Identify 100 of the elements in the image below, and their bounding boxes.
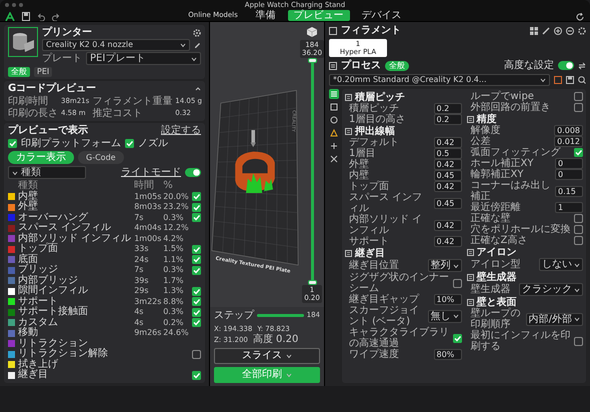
process-preset-dropdown[interactable]: *0.20mm Standard @Creality K2 0.4... <box>329 74 550 86</box>
setting-field[interactable]: 0 <box>555 158 583 169</box>
toggle-switch[interactable] <box>558 61 574 70</box>
setting-field[interactable]: 0.42 <box>434 159 462 170</box>
setting-dropdown[interactable]: クラシック <box>519 283 583 296</box>
feature-time: 1m00s <box>134 234 160 244</box>
view-cube-icon[interactable] <box>306 26 318 38</box>
add-icon[interactable] <box>554 26 562 34</box>
checkbox[interactable] <box>452 334 462 342</box>
checkbox[interactable] <box>192 202 202 212</box>
collapse-icon[interactable] <box>195 86 201 92</box>
setting-field[interactable]: 0.42 <box>434 220 462 230</box>
setting-field[interactable]: 0.5 <box>434 148 462 159</box>
caret-icon <box>574 286 580 292</box>
checkbox[interactable] <box>125 139 134 148</box>
square-icon[interactable] <box>330 103 338 111</box>
feature-percent: 1.5% <box>163 244 185 254</box>
setting-label: 穴をポリホールに変換 <box>470 224 571 235</box>
checkbox[interactable] <box>574 92 583 101</box>
checkbox[interactable] <box>192 244 202 254</box>
grid-icon[interactable] <box>530 26 538 34</box>
settings-section-title: 精度 <box>476 114 496 125</box>
settings-link[interactable]: 設定する <box>161 125 201 136</box>
setting-dropdown[interactable]: 整列 <box>428 259 462 272</box>
settings-icon[interactable] <box>578 26 586 34</box>
feature-name: 底面 <box>18 254 39 264</box>
feature-time: 4m04s <box>134 223 160 234</box>
stat-label: 推定コスト <box>92 108 144 119</box>
step-slider[interactable] <box>257 314 304 316</box>
type-dropdown[interactable]: 種類 <box>8 166 86 179</box>
setting-field[interactable]: 0.42 <box>434 236 462 247</box>
filter-chip[interactable]: PEI <box>34 67 52 77</box>
setting-dropdown[interactable]: しない <box>539 258 583 271</box>
feature-percent: 8.8% <box>163 296 185 307</box>
checkbox[interactable] <box>192 266 202 275</box>
checkbox[interactable] <box>574 236 583 245</box>
setting-field[interactable]: 0.012 <box>554 136 583 147</box>
warning-icon[interactable] <box>330 129 338 137</box>
feature-name: 内部ブリッジ <box>18 276 79 286</box>
caret-icon <box>286 352 292 358</box>
checkbox[interactable] <box>192 255 202 264</box>
redo-icon[interactable] <box>52 12 60 20</box>
checkbox[interactable] <box>192 318 202 328</box>
window-controls-icon[interactable] <box>5 3 23 7</box>
tab[interactable]: デバイス <box>356 10 408 21</box>
setting-field[interactable]: 0.45 <box>434 170 462 181</box>
checkbox[interactable] <box>192 213 202 222</box>
edit-icon[interactable] <box>194 42 201 48</box>
checkbox[interactable] <box>192 350 202 359</box>
setting-dropdown[interactable]: 無し <box>428 310 462 322</box>
settings-section-title: 壁生成器 <box>476 272 516 283</box>
setting-field[interactable]: 80% <box>434 349 462 360</box>
setting-field[interactable]: 0.15 <box>555 186 583 196</box>
checkbox[interactable] <box>574 103 583 112</box>
setting-field[interactable]: 0 <box>555 169 583 180</box>
setting-field[interactable]: 0.45 <box>434 198 462 208</box>
setting-label: デフォルト <box>349 137 400 148</box>
sync-icon[interactable] <box>576 13 584 21</box>
settings-icon[interactable] <box>193 28 201 36</box>
view-mode-button[interactable]: G-Code <box>78 151 124 164</box>
setting-label: トップ面 <box>349 181 390 192</box>
setting-field[interactable]: 0.42 <box>434 137 462 148</box>
toggle-switch[interactable] <box>185 168 201 177</box>
checkbox[interactable] <box>192 308 202 317</box>
checkbox[interactable] <box>192 286 202 296</box>
circle-icon[interactable] <box>330 116 338 124</box>
search-icon[interactable] <box>578 76 586 84</box>
setting-dropdown[interactable]: 内部/外部 <box>526 312 583 326</box>
checkbox[interactable] <box>8 139 17 148</box>
feature-percent: 0.3% <box>163 212 185 223</box>
feature-time: 3m22s <box>134 296 160 307</box>
compare-icon[interactable] <box>578 62 586 70</box>
plus-icon[interactable] <box>330 142 338 150</box>
setting-label: 解像度 <box>470 125 502 136</box>
setting-field[interactable]: 0.008 <box>554 125 583 136</box>
setting-label: 壁生成器 <box>470 284 512 295</box>
cross-icon[interactable] <box>330 155 338 163</box>
checkbox[interactable] <box>452 278 462 288</box>
setting-field[interactable]: 1 <box>555 202 583 213</box>
checkbox[interactable] <box>192 297 202 306</box>
checkbox[interactable] <box>192 370 202 380</box>
setting-field[interactable]: 10% <box>434 294 462 305</box>
checkbox[interactable] <box>574 336 583 346</box>
setting-field[interactable]: 0.42 <box>434 181 462 192</box>
undo-icon[interactable] <box>37 12 45 20</box>
action-button[interactable]: スライス <box>214 348 320 364</box>
tab[interactable]: 準備 <box>250 10 282 21</box>
remove-icon[interactable] <box>566 26 574 34</box>
feature-time: 8m03s <box>134 202 160 212</box>
checkbox[interactable] <box>192 192 202 202</box>
checkbox[interactable] <box>574 148 583 157</box>
layers-icon[interactable] <box>330 90 338 98</box>
app-logo-icon[interactable] <box>5 12 15 21</box>
setting-field[interactable]: 0.2 <box>434 114 462 125</box>
setting-field[interactable]: 0.2 <box>434 103 462 114</box>
checkbox[interactable] <box>574 214 583 223</box>
checkbox[interactable] <box>574 225 583 234</box>
printer-dropdown[interactable]: Creality K2 0.4 nozzle <box>42 39 190 51</box>
plate-dropdown[interactable]: PEIプレート <box>86 52 201 65</box>
slider-handle[interactable] <box>308 58 316 63</box>
